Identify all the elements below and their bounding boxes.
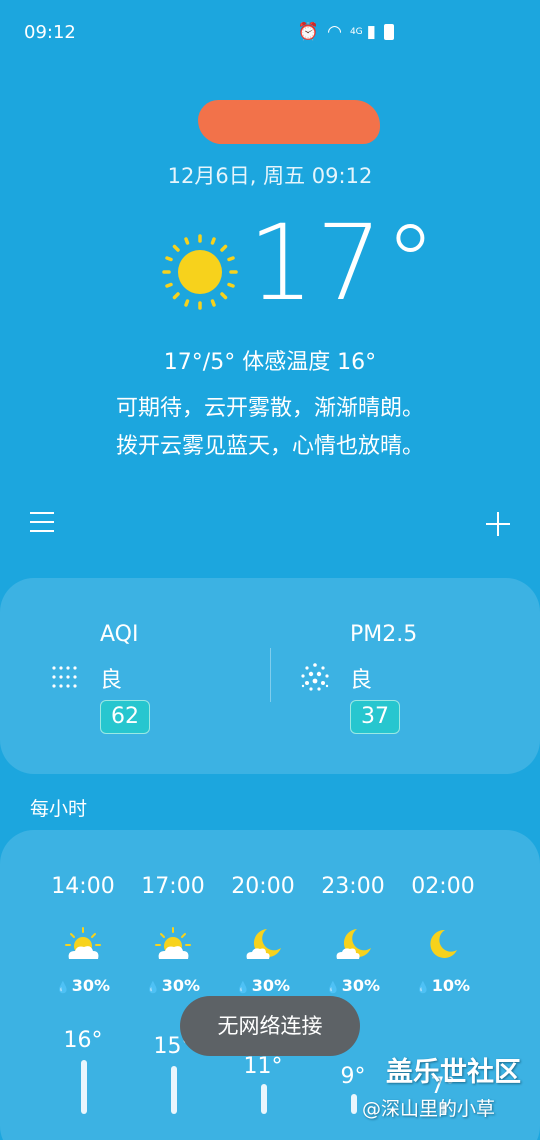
wifi-icon: ◠ (327, 22, 342, 42)
moon-icon (430, 929, 457, 958)
drop-icon: 💧 (56, 981, 70, 994)
pm25-title: PM2.5 (350, 622, 418, 647)
sun-icon (162, 234, 238, 310)
temp-bar (81, 1060, 87, 1114)
hour-temp: 16° (63, 1028, 103, 1053)
menu-icon[interactable] (30, 512, 54, 536)
hour-precip: 💧 10% (398, 976, 488, 995)
weather-description-line1: 可期待，云开雾散，渐渐晴朗。 (115, 396, 424, 421)
status-icons: ⏰ ◠ 4G ▮ (298, 22, 394, 42)
sun-cloud-icon (155, 927, 191, 959)
hour-time: 23:00 (321, 874, 385, 899)
pm25-level: 良 (350, 668, 373, 693)
divider (270, 648, 271, 702)
alarm-icon: ⏰ (297, 22, 320, 42)
watermark-author: @深山里的小草 (362, 1098, 496, 1120)
hour-precip: 💧 30% (38, 976, 128, 995)
moon-cloud-icon (336, 929, 371, 959)
status-time: 09:12 (24, 22, 76, 43)
toast-message: 无网络连接 (180, 996, 360, 1056)
pm25-dots-icon (301, 663, 329, 691)
hour-time: 20:00 (231, 874, 295, 899)
hour-precip-value: 10% (431, 976, 470, 995)
temp-bar (261, 1084, 267, 1114)
signal-icon: ▮ (366, 22, 376, 42)
status-bar: 09:12 ⏰ ◠ 4G ▮ (0, 0, 540, 66)
drop-icon: 💧 (236, 981, 250, 994)
hour-precip: 💧 30% (218, 976, 308, 995)
weather-description-line2: 拨开云雾见蓝天，心情也放晴。 (115, 434, 424, 459)
hour-precip-value: 30% (71, 976, 110, 995)
hour-temp: 9° (340, 1064, 366, 1089)
hour-precip-value: 30% (251, 976, 290, 995)
aqi-value-badge: 62 (100, 700, 150, 734)
hour-precip: 💧 30% (308, 976, 398, 995)
temp-bar (171, 1066, 177, 1114)
hour-time: 17:00 (141, 874, 205, 899)
current-temperature: 17° (248, 202, 439, 324)
location-redaction[interactable] (198, 100, 380, 144)
hour-precip-value: 30% (161, 976, 200, 995)
watermark-title: 盖乐世社区 (386, 1057, 521, 1088)
drop-icon: 💧 (416, 981, 430, 994)
aqi-level: 良 (100, 668, 123, 693)
hourly-label: 每小时 (30, 798, 88, 820)
moon-cloud-icon (246, 929, 281, 959)
air-quality-card[interactable]: AQI 良 62 PM2.5 良 37 (0, 578, 540, 774)
aqi-title: AQI (100, 622, 139, 647)
sun-cloud-icon (65, 927, 101, 959)
hour-precip-value: 30% (341, 976, 380, 995)
signal-label: 4G (349, 27, 363, 37)
add-icon[interactable] (486, 512, 510, 536)
hour-temp: 11° (243, 1054, 283, 1079)
hour-time: 14:00 (51, 874, 115, 899)
aqi-dots-icon (52, 666, 77, 688)
drop-icon: 💧 (326, 981, 340, 994)
pm25-value-badge: 37 (350, 700, 400, 734)
hour-precip: 💧 30% (128, 976, 218, 995)
temp-bar (351, 1094, 357, 1114)
battery-icon (384, 24, 394, 40)
drop-icon: 💧 (146, 981, 160, 994)
hour-time: 02:00 (411, 874, 475, 899)
temp-range: 17°/5° 体感温度 16° (163, 350, 377, 375)
date-time: 12月6日, 周五 09:12 (167, 164, 373, 188)
